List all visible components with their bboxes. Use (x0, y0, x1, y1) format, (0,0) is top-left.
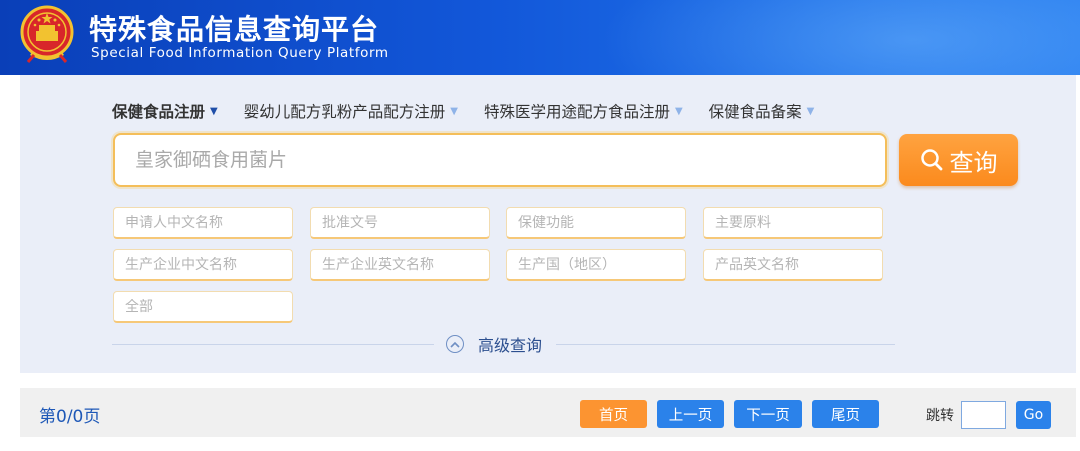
health-function-input[interactable] (518, 214, 685, 231)
category-all-field (113, 291, 293, 323)
tab-label: 特殊医学用途配方食品注册 (483, 103, 670, 121)
applicant-name-field (113, 207, 293, 239)
pagination-bar: 第0/0页 首页 上一页 下一页 尾页 跳转 Go (20, 388, 1076, 437)
tab-health-food-registration[interactable]: 保健食品注册 ▼ (112, 100, 218, 122)
main-ingredients-field (703, 207, 883, 239)
header-glow (600, 0, 1080, 75)
category-tabs: 保健食品注册 ▼ 婴幼儿配方乳粉产品配方注册 ▼ 特殊医学用途配方食品注册 ▼ … (112, 100, 840, 122)
divider-right (556, 344, 895, 345)
jump-page-input[interactable] (961, 401, 1006, 429)
go-button[interactable]: Go (1016, 401, 1051, 429)
manufacturer-en-name-input[interactable] (322, 256, 489, 273)
site-subtitle: Special Food Information Query Platform (91, 45, 389, 61)
caret-down-icon: ▼ (806, 105, 815, 117)
product-en-name-input[interactable] (715, 256, 882, 273)
approval-number-field (310, 207, 490, 239)
applicant-name-input[interactable] (125, 214, 292, 231)
search-button-label: 查询 (949, 149, 998, 177)
tab-infant-formula-registration[interactable]: 婴幼儿配方乳粉产品配方注册 ▼ (244, 100, 458, 122)
main-search-box (113, 133, 887, 187)
product-en-name-field (703, 249, 883, 281)
category-all-input[interactable] (125, 298, 292, 315)
national-emblem-icon (20, 5, 74, 63)
jump-label: 跳转 (926, 408, 954, 424)
manufacturer-en-name-field (310, 249, 490, 281)
advanced-search-toggle[interactable]: 高级查询 (446, 332, 542, 356)
tab-label: 保健食品注册 (112, 103, 206, 121)
tab-special-medical-food-registration[interactable]: 特殊医学用途配方食品注册 ▼ (484, 100, 683, 122)
site-header: 特殊食品信息查询平台 Special Food Information Quer… (0, 0, 1080, 75)
advanced-search-label: 高级查询 (478, 336, 543, 355)
approval-number-input[interactable] (322, 214, 489, 231)
main-search-input[interactable] (135, 149, 885, 171)
page-indicator: 第0/0页 (39, 407, 101, 427)
last-page-button[interactable]: 尾页 (812, 400, 879, 428)
search-button[interactable]: 查询 (899, 134, 1018, 186)
manufacturer-cn-name-input[interactable] (125, 256, 292, 273)
production-country-field (506, 249, 686, 281)
health-function-field (506, 207, 686, 239)
first-page-button[interactable]: 首页 (580, 400, 647, 428)
divider-left (112, 344, 434, 345)
main-ingredients-input[interactable] (715, 214, 882, 231)
chevron-up-circle-icon (446, 335, 464, 353)
caret-down-icon: ▼ (674, 105, 683, 117)
search-panel: 保健食品注册 ▼ 婴幼儿配方乳粉产品配方注册 ▼ 特殊医学用途配方食品注册 ▼ … (20, 75, 1076, 373)
tab-label: 婴幼儿配方乳粉产品配方注册 (243, 103, 446, 121)
tab-health-food-filing[interactable]: 保健食品备案 ▼ (709, 100, 815, 122)
prev-page-button[interactable]: 上一页 (657, 400, 724, 428)
caret-down-icon: ▼ (450, 105, 458, 117)
site-title: 特殊食品信息查询平台 (89, 13, 380, 46)
tab-label: 保健食品备案 (708, 103, 802, 121)
production-country-input[interactable] (518, 256, 685, 273)
manufacturer-cn-name-field (113, 249, 293, 281)
search-icon (920, 149, 942, 171)
caret-down-icon: ▼ (210, 105, 218, 117)
next-page-button[interactable]: 下一页 (734, 400, 802, 428)
